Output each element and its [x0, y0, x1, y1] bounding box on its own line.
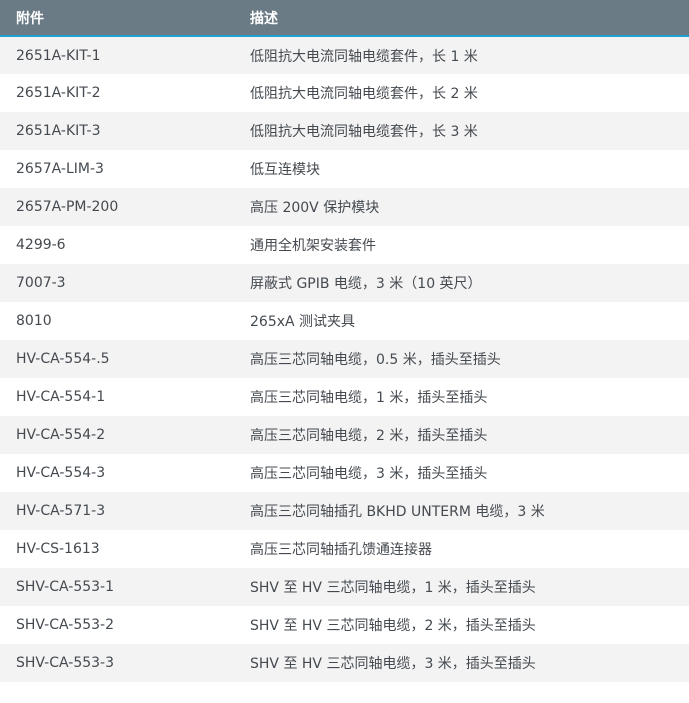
accessory-description: SHV 至 HV 三芯同轴电缆，2 米，插头至插头 — [250, 606, 689, 644]
accessory-description: 高压三芯同轴电缆，2 米，插头至插头 — [250, 416, 689, 454]
accessory-model: HV-CA-571-3 — [0, 492, 250, 530]
accessory-model: 2651A-KIT-1 — [0, 36, 250, 74]
table-row: SHV-CA-553-3 SHV 至 HV 三芯同轴电缆，3 米，插头至插头 — [0, 644, 689, 682]
accessory-model: 7007-3 — [0, 264, 250, 302]
table-row: HV-CA-554-3 高压三芯同轴电缆，3 米，插头至插头 — [0, 454, 689, 492]
table-row: HV-CA-554-.5 高压三芯同轴电缆，0.5 米，插头至插头 — [0, 340, 689, 378]
accessory-description: 高压三芯同轴插孔馈通连接器 — [250, 530, 689, 568]
accessory-description: 高压三芯同轴电缆，3 米，插头至插头 — [250, 454, 689, 492]
accessory-description: 通用全机架安装套件 — [250, 226, 689, 264]
accessory-model: HV-CA-554-.5 — [0, 340, 250, 378]
accessory-model: HV-CA-554-2 — [0, 416, 250, 454]
accessory-description: 高压三芯同轴插孔 BKHD UNTERM 电缆，3 米 — [250, 492, 689, 530]
accessory-model: SHV-CA-553-2 — [0, 606, 250, 644]
header-description: 描述 — [250, 0, 689, 37]
accessory-description: SHV 至 HV 三芯同轴电缆，3 米，插头至插头 — [250, 644, 689, 682]
accessory-description: 高压三芯同轴电缆，0.5 米，插头至插头 — [250, 340, 689, 378]
accessory-description: 高压 200V 保护模块 — [250, 188, 689, 226]
table-row: SHV-CA-553-2 SHV 至 HV 三芯同轴电缆，2 米，插头至插头 — [0, 606, 689, 644]
table-row: 2651A-KIT-3 低阻抗大电流同轴电缆套件，长 3 米 — [0, 112, 689, 150]
accessories-table: 附件 描述 2651A-KIT-1 低阻抗大电流同轴电缆套件，长 1 米 265… — [0, 0, 689, 682]
table-row: 4299-6 通用全机架安装套件 — [0, 226, 689, 264]
table-row: SHV-CA-553-1 SHV 至 HV 三芯同轴电缆，1 米，插头至插头 — [0, 568, 689, 606]
table-row: 2651A-KIT-2 低阻抗大电流同轴电缆套件，长 2 米 — [0, 74, 689, 112]
accessory-model: HV-CA-554-3 — [0, 454, 250, 492]
accessory-model: HV-CA-554-1 — [0, 378, 250, 416]
accessory-description: 低互连模块 — [250, 150, 689, 188]
accessory-description: 高压三芯同轴电缆，1 米，插头至插头 — [250, 378, 689, 416]
table-row: HV-CA-571-3 高压三芯同轴插孔 BKHD UNTERM 电缆，3 米 — [0, 492, 689, 530]
accessory-description: 低阻抗大电流同轴电缆套件，长 1 米 — [250, 36, 689, 74]
accessory-model: SHV-CA-553-1 — [0, 568, 250, 606]
accessory-description: 265xA 测试夹具 — [250, 302, 689, 340]
accessory-model: 2651A-KIT-3 — [0, 112, 250, 150]
table-row: HV-CS-1613 高压三芯同轴插孔馈通连接器 — [0, 530, 689, 568]
accessory-description: SHV 至 HV 三芯同轴电缆，1 米，插头至插头 — [250, 568, 689, 606]
table-row: HV-CA-554-2 高压三芯同轴电缆，2 米，插头至插头 — [0, 416, 689, 454]
table-row: HV-CA-554-1 高压三芯同轴电缆，1 米，插头至插头 — [0, 378, 689, 416]
accessory-description: 低阻抗大电流同轴电缆套件，长 3 米 — [250, 112, 689, 150]
accessory-description: 屏蔽式 GPIB 电缆，3 米（10 英尺） — [250, 264, 689, 302]
table-row: 2657A-PM-200 高压 200V 保护模块 — [0, 188, 689, 226]
table-row: 2651A-KIT-1 低阻抗大电流同轴电缆套件，长 1 米 — [0, 36, 689, 74]
header-accessory: 附件 — [0, 0, 250, 37]
accessory-model: 2657A-PM-200 — [0, 188, 250, 226]
accessory-model: 2657A-LIM-3 — [0, 150, 250, 188]
accessory-model: 2651A-KIT-2 — [0, 74, 250, 112]
accessory-model: 4299-6 — [0, 226, 250, 264]
table-row: 2657A-LIM-3 低互连模块 — [0, 150, 689, 188]
accessory-model: SHV-CA-553-3 — [0, 644, 250, 682]
accessory-description: 低阻抗大电流同轴电缆套件，长 2 米 — [250, 74, 689, 112]
table-header-row: 附件 描述 — [0, 0, 689, 37]
table-row: 8010 265xA 测试夹具 — [0, 302, 689, 340]
accessory-model: HV-CS-1613 — [0, 530, 250, 568]
accessory-model: 8010 — [0, 302, 250, 340]
table-row: 7007-3 屏蔽式 GPIB 电缆，3 米（10 英尺） — [0, 264, 689, 302]
